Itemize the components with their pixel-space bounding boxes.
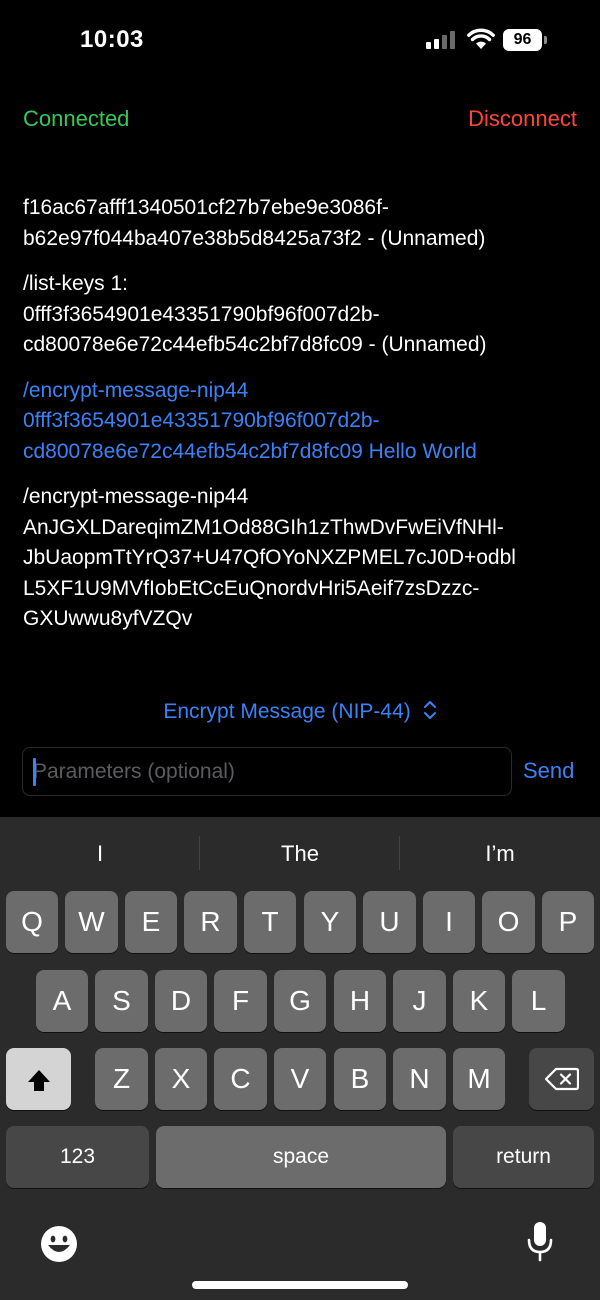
key-e[interactable]: E [125,891,177,953]
key-v[interactable]: V [274,1048,326,1110]
emoji-icon[interactable] [40,1225,78,1263]
delete-key[interactable] [529,1048,594,1110]
text-caret [33,758,36,786]
key-w[interactable]: W [65,891,118,953]
disconnect-button[interactable]: Disconnect [468,106,577,132]
battery-indicator: 96 [503,29,549,51]
key-m[interactable]: M [453,1048,505,1110]
command-picker[interactable]: Encrypt Message (NIP-44) [0,700,600,724]
parameters-input[interactable] [22,747,512,796]
key-f[interactable]: F [214,970,267,1032]
cellular-signal-icon [426,31,455,49]
key-x[interactable]: X [155,1048,207,1110]
battery-cap [544,36,547,44]
key-j[interactable]: J [393,970,446,1032]
key-d[interactable]: D [155,970,207,1032]
battery-level: 96 [513,31,532,48]
status-time: 10:03 [80,26,144,53]
command-picker-label: Encrypt Message (NIP-44) [163,700,411,723]
key-z[interactable]: Z [95,1048,148,1110]
key-b[interactable]: B [334,1048,386,1110]
key-l[interactable]: L [512,970,565,1032]
key-s[interactable]: S [95,970,148,1032]
key-c[interactable]: C [214,1048,267,1110]
log-entry-command: /encrypt-message-nip44 0fff3f3654901e433… [23,378,477,463]
message-log: f16ac67afff1340501cf27b7ebe9e3086f- b62e… [23,193,579,650]
suggestion-bar: I The I’m [0,817,600,889]
key-i[interactable]: I [423,891,475,953]
suggestion-item[interactable]: The [200,841,400,867]
suggestion-item[interactable]: I [0,841,200,867]
log-entry-encrypted-result: /encrypt-message-nip44 AnJGXLDareqimZM1O… [23,485,516,630]
microphone-icon[interactable] [526,1221,554,1263]
keyboard: I The I’m Q W E R T Y U I O P A S D F G … [0,817,600,1300]
key-k[interactable]: K [453,970,505,1032]
key-g[interactable]: G [274,970,326,1032]
key-p[interactable]: P [542,891,594,953]
wifi-icon [467,28,495,49]
numbers-key[interactable]: 123 [6,1126,149,1188]
key-n[interactable]: N [393,1048,446,1110]
status-bar: 10:03 96 [0,0,600,80]
key-y[interactable]: Y [304,891,356,953]
delete-backspace-icon [544,1068,579,1091]
key-a[interactable]: A [36,970,88,1032]
send-button[interactable]: Send [523,758,574,784]
connection-status: Connected [23,106,130,131]
key-r[interactable]: R [184,891,237,953]
key-q[interactable]: Q [6,891,58,953]
key-t[interactable]: T [244,891,296,953]
chevron-up-down-icon [423,701,436,719]
space-key[interactable]: space [156,1126,446,1188]
key-u[interactable]: U [363,891,416,953]
return-key[interactable]: return [453,1126,594,1188]
shift-icon [27,1069,50,1091]
shift-key[interactable] [6,1048,71,1110]
suggestion-item[interactable]: I’m [400,841,600,867]
home-indicator[interactable] [192,1281,408,1289]
key-o[interactable]: O [482,891,535,953]
key-h[interactable]: H [334,970,386,1032]
log-entry-list-keys: /list-keys 1: 0fff3f3654901e43351790bf96… [23,272,487,356]
log-entry-response: f16ac67afff1340501cf27b7ebe9e3086f- b62e… [23,196,486,250]
